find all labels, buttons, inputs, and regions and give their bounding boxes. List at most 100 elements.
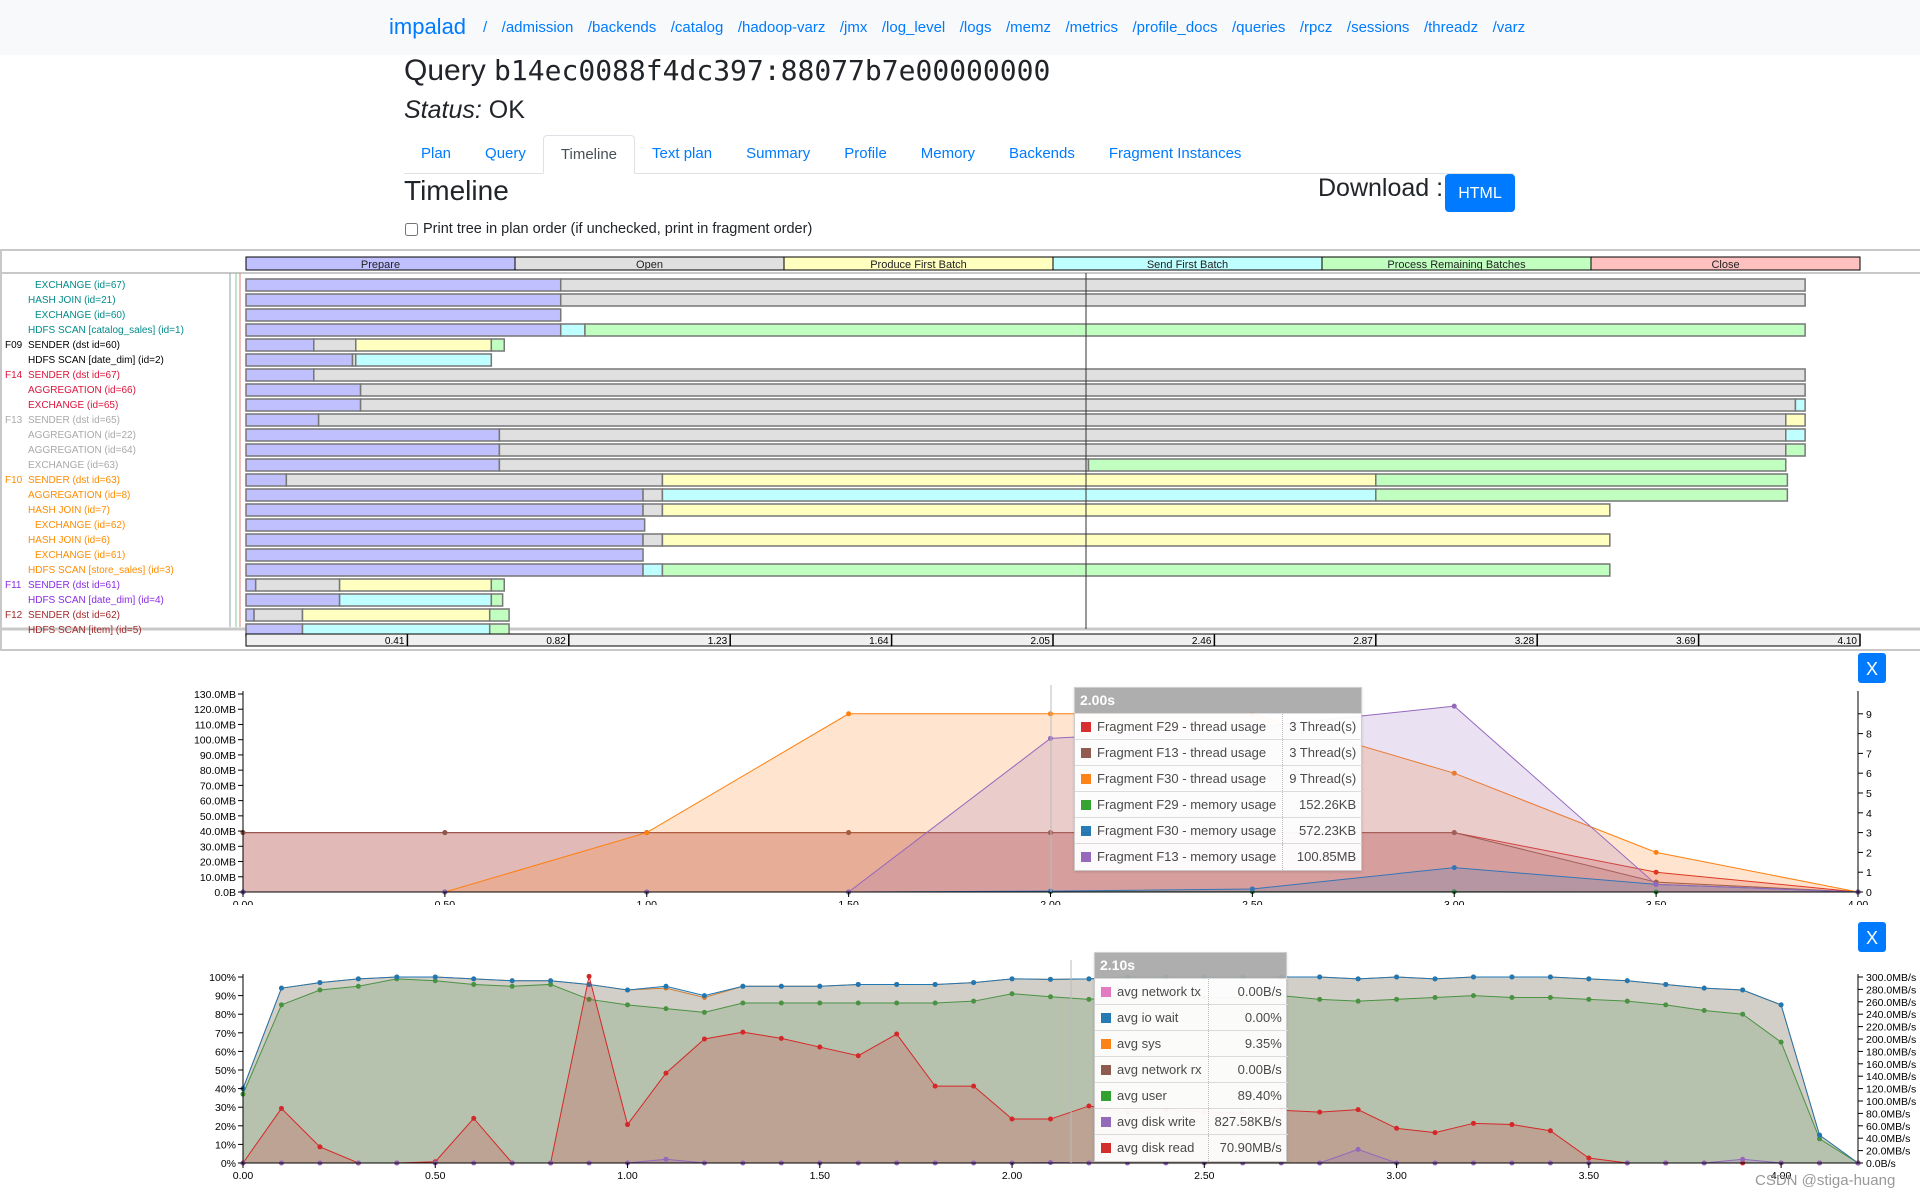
phase-header-process-remaining-batches: Process Remaining Batches [1321, 256, 1592, 271]
tab-profile[interactable]: Profile [827, 135, 904, 174]
timeline-row[interactable]: AGGREGATION (id=64) [28, 443, 1806, 457]
timeline-row[interactable]: EXCHANGE (id=61) [35, 548, 644, 562]
timeline-row[interactable]: HDFS SCAN [date_dim] (id=2) [28, 353, 493, 367]
x-tick-label: 2.00 [1002, 1170, 1023, 1182]
timeline-row[interactable]: F11 SENDER (dst id=61) [5, 578, 505, 592]
timeline-row[interactable]: HASH JOIN (id=6) [28, 533, 1611, 547]
plan-node-label: SENDER (dst id=65) [28, 415, 120, 426]
nav-link[interactable]: /log_level [882, 19, 945, 36]
timeline-row[interactable]: EXCHANGE (id=62) [35, 518, 646, 532]
data-point [1586, 976, 1592, 982]
y-right-tick-label: 200.0MB/s [1866, 1034, 1916, 1046]
data-point [1653, 849, 1659, 855]
tooltip-value: 0.00B/s [1207, 978, 1288, 1005]
nav-link[interactable]: /profile_docs [1132, 19, 1217, 36]
plan-order-checkbox[interactable] [405, 222, 418, 236]
tooltip-series-name: avg io wait [1117, 1010, 1179, 1025]
nav-link[interactable]: /sessions [1347, 19, 1410, 36]
timeline-row[interactable]: HDFS SCAN [store_sales] (id=3) [28, 563, 1611, 577]
timeline-row[interactable]: AGGREGATION (id=66) [28, 383, 1806, 397]
timeline-row[interactable]: HDFS SCAN [catalog_sales] (id=1) [28, 323, 1806, 337]
timeline-segment [1375, 488, 1789, 502]
tab-summary[interactable]: Summary [729, 135, 827, 174]
y-right-tick-label: 2 [1866, 847, 1872, 859]
timeline-row[interactable]: EXCHANGE (id=63) [28, 458, 1787, 472]
tab-memory[interactable]: Memory [904, 135, 992, 174]
timeline-segment [1375, 473, 1789, 487]
timeline-row[interactable]: AGGREGATION (id=8) [28, 488, 1789, 502]
nav-link[interactable]: /admission [502, 19, 574, 36]
timeline-row[interactable]: AGGREGATION (id=22) [28, 428, 1806, 442]
y-right-tick-label: 180.0MB/s [1866, 1046, 1916, 1058]
data-point [1086, 1103, 1092, 1109]
plan-order-checkbox-row[interactable]: Print tree in plan order (if unchecked, … [405, 221, 812, 237]
timeline-segment [245, 353, 354, 367]
y-left-tick-label: 60.0MB [200, 796, 236, 808]
y-left-tick-label: 90.0MB [200, 750, 236, 762]
nav-link[interactable]: /metrics [1065, 19, 1118, 36]
timeline-segment [245, 518, 646, 532]
close-chart1-button[interactable]: X [1858, 653, 1886, 683]
timeline-row[interactable]: HASH JOIN (id=21) [28, 293, 1806, 307]
timeline-row[interactable]: F09 SENDER (dst id=60) [5, 338, 505, 352]
timeline-segment [245, 398, 362, 412]
timeline-row[interactable]: HASH JOIN (id=7) [28, 503, 1611, 517]
close-chart2-button[interactable]: X [1858, 922, 1886, 952]
y-right-tick-label: 140.0MB/s [1866, 1071, 1916, 1083]
time-axis-tick-label: 0.41 [385, 636, 405, 647]
timeline-row[interactable]: EXCHANGE (id=67) [35, 278, 1806, 292]
tooltip-row: avg user 89.40% [1095, 1082, 1288, 1109]
nav-link[interactable]: /memz [1006, 19, 1051, 36]
tab-backends[interactable]: Backends [992, 135, 1092, 174]
time-axis-tick-label: 2.05 [1031, 636, 1051, 647]
data-point [625, 987, 631, 993]
nav-link[interactable]: /varz [1493, 19, 1526, 36]
tab-query[interactable]: Query [468, 135, 543, 174]
nav-link[interactable]: / [483, 19, 487, 36]
nav-link[interactable]: /threadz [1424, 19, 1478, 36]
brand-link[interactable]: impalad [389, 14, 466, 40]
timeline-row[interactable]: F13 SENDER (dst id=65) [5, 413, 1806, 427]
tooltip-row: avg network tx 0.00B/s [1095, 978, 1288, 1005]
data-point [1509, 1122, 1515, 1128]
timeline-row[interactable]: F10 SENDER (dst id=63) [5, 473, 1789, 487]
tab-plan[interactable]: Plan [404, 135, 468, 174]
status-value: OK [488, 96, 525, 124]
tooltip-row: avg disk read 70.90MB/s [1095, 1134, 1288, 1161]
timeline-segment [498, 428, 1787, 442]
nav-link[interactable]: /jmx [840, 19, 868, 36]
phase-header-label: Close [1711, 259, 1739, 271]
timeline-row[interactable]: HDFS SCAN [date_dim] (id=4) [28, 593, 504, 607]
x-tick-label: 1.50 [838, 899, 859, 905]
tooltip-title: 2.10s [1095, 953, 1286, 978]
data-point [355, 976, 361, 982]
tooltip-series-cell: Fragment F13 - thread usage [1075, 739, 1283, 766]
nav-link[interactable]: /hadoop-varz [738, 19, 826, 36]
nav-link[interactable]: /catalog [671, 19, 724, 36]
timeline-row[interactable]: F14 SENDER (dst id=67) [5, 368, 1806, 382]
tab-timeline[interactable]: Timeline [542, 135, 636, 174]
tab-fragment-instances[interactable]: Fragment Instances [1092, 135, 1259, 174]
timeline-segment [245, 548, 644, 562]
nav-link[interactable]: /queries [1232, 19, 1285, 36]
data-point [317, 1144, 323, 1150]
fragment-id-label: F12 [5, 610, 23, 621]
tab-text-plan[interactable]: Text plan [635, 135, 729, 174]
timeline-row[interactable]: EXCHANGE (id=60) [35, 308, 562, 322]
legend-swatch [1081, 852, 1091, 863]
timeline-row[interactable]: EXCHANGE (id=65) [28, 398, 1806, 412]
tooltip-value: 0.00B/s [1207, 1056, 1288, 1083]
plan-node-label: SENDER (dst id=67) [28, 370, 120, 381]
tooltip-row: avg disk write 827.58KB/s [1095, 1108, 1288, 1135]
nav-link[interactable]: /rpcz [1300, 19, 1333, 36]
data-point [1740, 987, 1746, 993]
nav-link[interactable]: /backends [588, 19, 656, 36]
tooltip-series-cell: avg sys [1095, 1030, 1209, 1057]
download-html-button[interactable]: HTML [1445, 174, 1515, 212]
nav-link[interactable]: /logs [960, 19, 992, 36]
timeline-segment [559, 293, 1806, 307]
timeline-segment [359, 383, 1806, 397]
data-point [509, 978, 515, 984]
x-tick-label: 1.50 [810, 1170, 831, 1182]
timeline-row[interactable]: F12 SENDER (dst id=62) [5, 608, 510, 622]
